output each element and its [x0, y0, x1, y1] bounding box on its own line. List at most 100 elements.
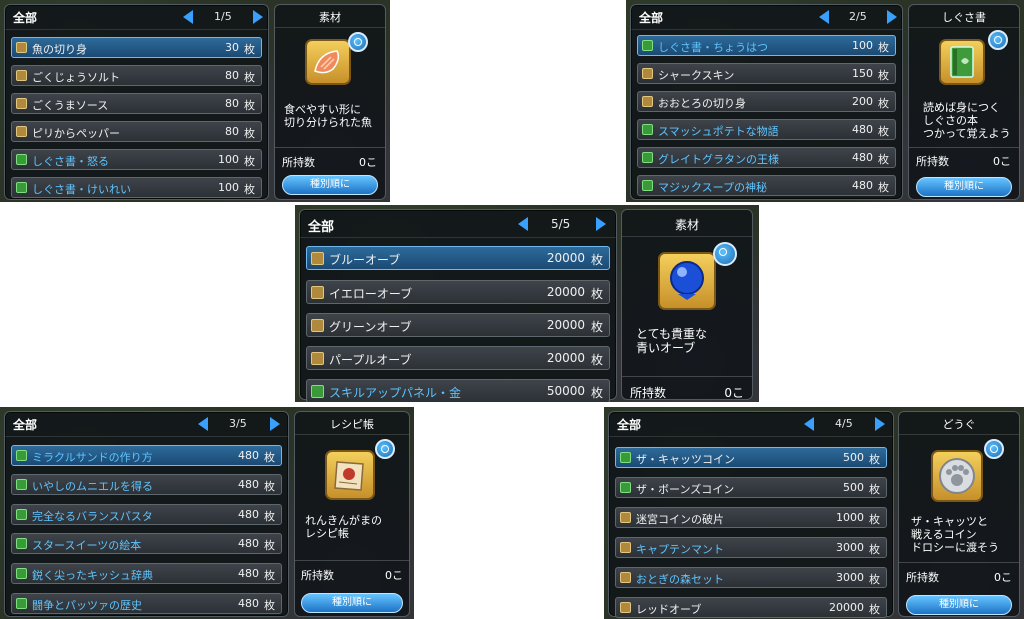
list-item[interactable]: しぐさ書・けいれい 100 枚 — [11, 177, 262, 198]
book-icon — [16, 598, 27, 609]
list-item[interactable]: マジックスープの神秘 480 枚 — [637, 175, 896, 196]
price-unit: 枚 — [264, 539, 275, 552]
category-label[interactable]: 全部 — [617, 416, 641, 433]
next-page-arrow-icon[interactable] — [887, 10, 897, 24]
sort-by-type-button[interactable]: 種別順に — [301, 593, 403, 613]
item-name: スマッシュポテトな物語 — [658, 125, 779, 138]
list-item[interactable]: ザ・ボーンズコイン 500 枚 — [615, 477, 887, 498]
equipment-icon — [620, 542, 631, 553]
item-detail-pane: どうぐ ザ・キャッツと 戦えるコイン ドロシーに渡そう 所持数 0こ 種別順に — [898, 411, 1020, 617]
zoom-icon[interactable] — [348, 32, 368, 52]
prev-page-arrow-icon[interactable] — [819, 10, 829, 24]
next-page-arrow-icon[interactable] — [270, 417, 280, 431]
item-detail-pane: 素材 とても貴重な 青いオーブ 所持数 0こ — [621, 209, 753, 400]
item-name: パープルオーブ — [329, 353, 412, 367]
list-item[interactable]: グリーンオーブ 20000 枚 — [306, 313, 610, 337]
list-item[interactable]: 迷宮コインの破片 1000 枚 — [615, 507, 887, 528]
price-unit: 枚 — [590, 287, 603, 301]
list-item[interactable]: ピリからペッパー 80 枚 — [11, 121, 262, 142]
list-item[interactable]: おとぎの森セット 3000 枚 — [615, 567, 887, 588]
item-name: グリーンオーブ — [329, 320, 412, 334]
list-item[interactable]: ブルーオーブ 20000 枚 — [306, 246, 610, 270]
book-icon — [642, 40, 653, 51]
item-price: 80 — [225, 69, 239, 82]
list-header: 全部 3/5 — [5, 412, 288, 437]
list-item[interactable]: 完全なるバランスパスタ 480 枚 — [11, 504, 282, 525]
next-page-arrow-icon[interactable] — [596, 217, 606, 231]
zoom-icon[interactable] — [375, 439, 395, 459]
list-item[interactable]: 闘争とパッツァの歴史 480 枚 — [11, 593, 282, 614]
zoom-icon[interactable] — [984, 439, 1004, 459]
item-price: 500 — [843, 481, 864, 494]
sort-by-type-button[interactable]: 種別順に — [906, 595, 1012, 615]
list-item[interactable]: スタースイーツの絵本 480 枚 — [11, 533, 282, 554]
list-item[interactable]: ごくじょうソルト 80 枚 — [11, 65, 262, 86]
prev-page-arrow-icon[interactable] — [518, 217, 528, 231]
list-item[interactable]: しぐさ書・怒る 100 枚 — [11, 149, 262, 170]
recipe-scroll-icon — [325, 450, 375, 500]
item-name: ごくじょうソルト — [32, 71, 120, 84]
list-item[interactable]: いやしのムニエルを得る 480 枚 — [11, 474, 282, 495]
list-item[interactable]: イエローオーブ 20000 枚 — [306, 280, 610, 304]
material-icon — [620, 512, 631, 523]
item-name: 魚の切り身 — [32, 43, 87, 56]
list-item[interactable]: 鋭く尖ったキッシュ辞典 480 枚 — [11, 563, 282, 584]
price-unit: 枚 — [244, 43, 255, 56]
item-description: 読めば身につく しぐさの本 つかって覚えよう — [923, 101, 1011, 140]
item-price: 50000 — [546, 384, 585, 398]
list-item[interactable]: ミラクルサンドの作り方 480 枚 — [11, 445, 282, 466]
book-icon — [16, 182, 27, 193]
item-name: しぐさ書・怒る — [32, 155, 109, 168]
list-item[interactable]: おおとろの切り身 200 枚 — [637, 91, 896, 112]
price-unit: 枚 — [878, 181, 889, 194]
list-item[interactable]: スマッシュポテトな物語 480 枚 — [637, 119, 896, 140]
owned-count-label: 所持数 — [916, 155, 949, 168]
divider — [622, 236, 752, 237]
item-price: 480 — [238, 449, 259, 462]
list-item[interactable]: レッドオーブ 20000 枚 — [615, 597, 887, 618]
owned-count-value: 0こ — [993, 155, 1011, 168]
book-icon — [311, 385, 324, 398]
list-item[interactable]: グレイトグラタンの王様 480 枚 — [637, 147, 896, 168]
item-name: ザ・キャッツコイン — [636, 453, 735, 466]
item-price: 20000 — [546, 251, 585, 265]
list-item[interactable]: ザ・キャッツコイン 500 枚 — [615, 447, 887, 468]
category-label[interactable]: 全部 — [13, 9, 37, 26]
shop-panel-page-4: 全部 4/5 ザ・キャッツコイン 500 枚 ザ・ボーンズコイン 500 枚 迷宮コイン… — [604, 407, 1024, 619]
item-price: 480 — [852, 151, 873, 164]
zoom-icon[interactable] — [713, 242, 737, 266]
item-name: 鋭く尖ったキッシュ辞典 — [32, 569, 153, 582]
divider — [909, 27, 1019, 28]
price-unit: 枚 — [244, 155, 255, 168]
prev-page-arrow-icon[interactable] — [198, 417, 208, 431]
sort-by-type-button[interactable]: 種別順に — [916, 177, 1012, 197]
category-label[interactable]: 全部 — [13, 416, 37, 433]
category-label[interactable]: 全部 — [639, 9, 663, 26]
next-page-arrow-icon[interactable] — [253, 10, 263, 24]
divider — [622, 376, 752, 377]
price-unit: 枚 — [244, 99, 255, 112]
list-item[interactable]: ごくうまソース 80 枚 — [11, 93, 262, 114]
list-item[interactable]: しぐさ書・ちょうはつ 100 枚 — [637, 35, 896, 56]
green-book-icon — [939, 39, 985, 85]
item-name: おおとろの切り身 — [658, 97, 746, 110]
item-name: シャークスキン — [658, 69, 735, 82]
list-item[interactable]: パープルオーブ 20000 枚 — [306, 346, 610, 370]
zoom-icon[interactable] — [988, 30, 1008, 50]
owned-count-value: 0こ — [994, 571, 1012, 584]
item-name: 完全なるバランスパスタ — [32, 510, 153, 523]
sort-by-type-button[interactable]: 種別順に — [282, 175, 378, 195]
prev-page-arrow-icon[interactable] — [804, 417, 814, 431]
list-item[interactable]: シャークスキン 150 枚 — [637, 63, 896, 84]
divider — [295, 560, 409, 561]
prev-page-arrow-icon[interactable] — [183, 10, 193, 24]
list-item[interactable]: 魚の切り身 30 枚 — [11, 37, 262, 58]
list-item[interactable]: スキルアップパネル・金 50000 枚 — [306, 379, 610, 402]
next-page-arrow-icon[interactable] — [875, 417, 885, 431]
item-type-label: どうぐ — [942, 418, 976, 431]
book-icon — [642, 124, 653, 135]
category-label[interactable]: 全部 — [308, 216, 334, 235]
price-unit: 枚 — [878, 69, 889, 82]
owned-count-label: 所持数 — [301, 569, 334, 582]
list-item[interactable]: キャプテンマント 3000 枚 — [615, 537, 887, 558]
